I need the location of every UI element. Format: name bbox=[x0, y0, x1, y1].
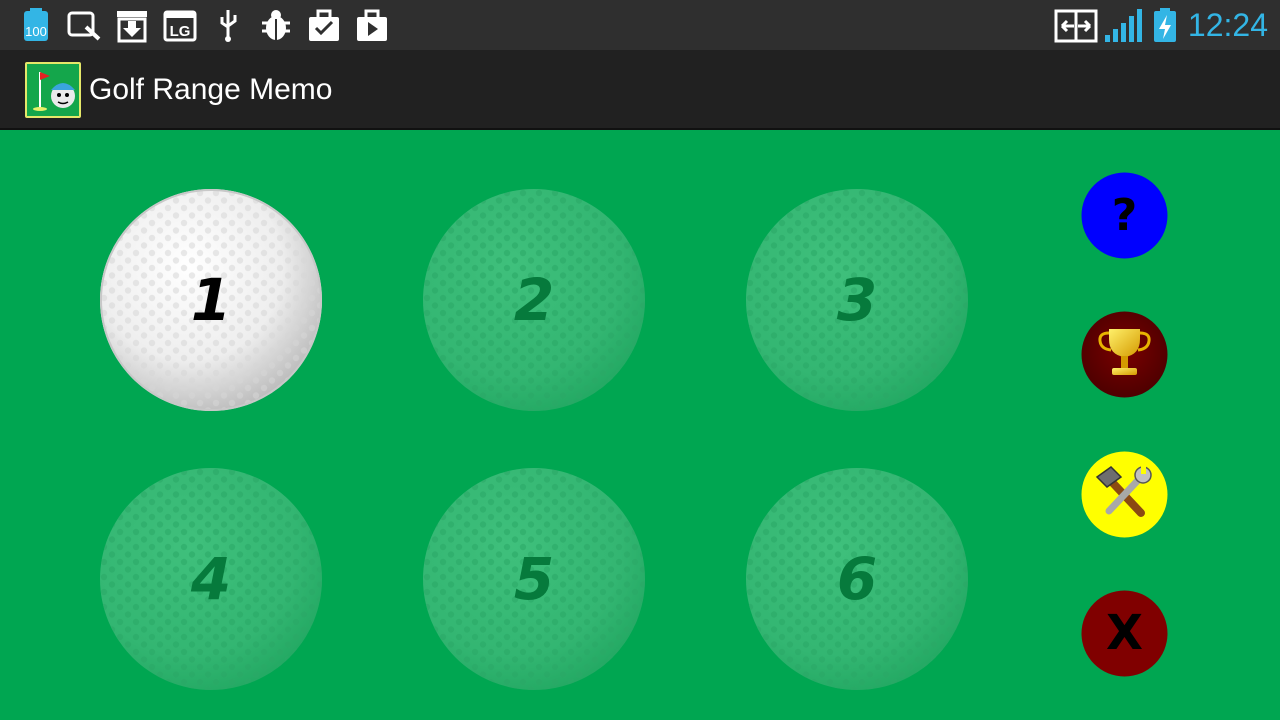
search-icon bbox=[66, 7, 102, 43]
task-icon bbox=[306, 7, 342, 43]
ball-button-3[interactable]: 3 bbox=[746, 189, 968, 411]
lg-icon: LG bbox=[162, 7, 198, 43]
trophy-icon bbox=[1081, 311, 1168, 398]
debug-icon bbox=[258, 7, 294, 43]
battery-charging-icon bbox=[1150, 7, 1180, 43]
status-bar: 100 LG 12:24 bbox=[0, 0, 1280, 50]
ball-label: 5 bbox=[513, 545, 555, 613]
ball-label: 3 bbox=[836, 266, 878, 334]
lg-label-text: LG bbox=[170, 23, 191, 40]
ball-label: 6 bbox=[836, 545, 878, 613]
ball-button-1[interactable]: 1 bbox=[100, 189, 322, 411]
ball-label: 4 bbox=[190, 545, 232, 613]
play-store-icon bbox=[354, 7, 390, 43]
battery-level-text: 100 bbox=[25, 24, 47, 39]
exit-button[interactable]: X bbox=[1081, 590, 1168, 677]
settings-button[interactable] bbox=[1081, 451, 1168, 538]
screen-share-icon bbox=[1054, 7, 1098, 43]
status-clock: 12:24 bbox=[1187, 7, 1268, 43]
ball-button-5[interactable]: 5 bbox=[423, 468, 645, 690]
ball-label: 2 bbox=[513, 266, 555, 334]
golf-app-icon bbox=[25, 62, 81, 118]
signal-icon bbox=[1104, 7, 1144, 43]
exit-label: X bbox=[1105, 605, 1143, 661]
ball-button-2[interactable]: 2 bbox=[423, 189, 645, 411]
help-button[interactable]: ? bbox=[1081, 172, 1168, 259]
ball-label: 1 bbox=[190, 266, 232, 334]
ball-button-4[interactable]: 4 bbox=[100, 468, 322, 690]
action-bar: Golf Range Memo bbox=[0, 50, 1280, 130]
usb-icon bbox=[210, 7, 246, 43]
ball-button-6[interactable]: 6 bbox=[746, 468, 968, 690]
app-title: Golf Range Memo bbox=[89, 73, 333, 106]
tools-icon bbox=[1081, 451, 1168, 538]
help-label: ? bbox=[1111, 190, 1138, 241]
trophy-button[interactable] bbox=[1081, 311, 1168, 398]
battery-icon: 100 bbox=[18, 7, 54, 43]
download-icon bbox=[114, 7, 150, 43]
